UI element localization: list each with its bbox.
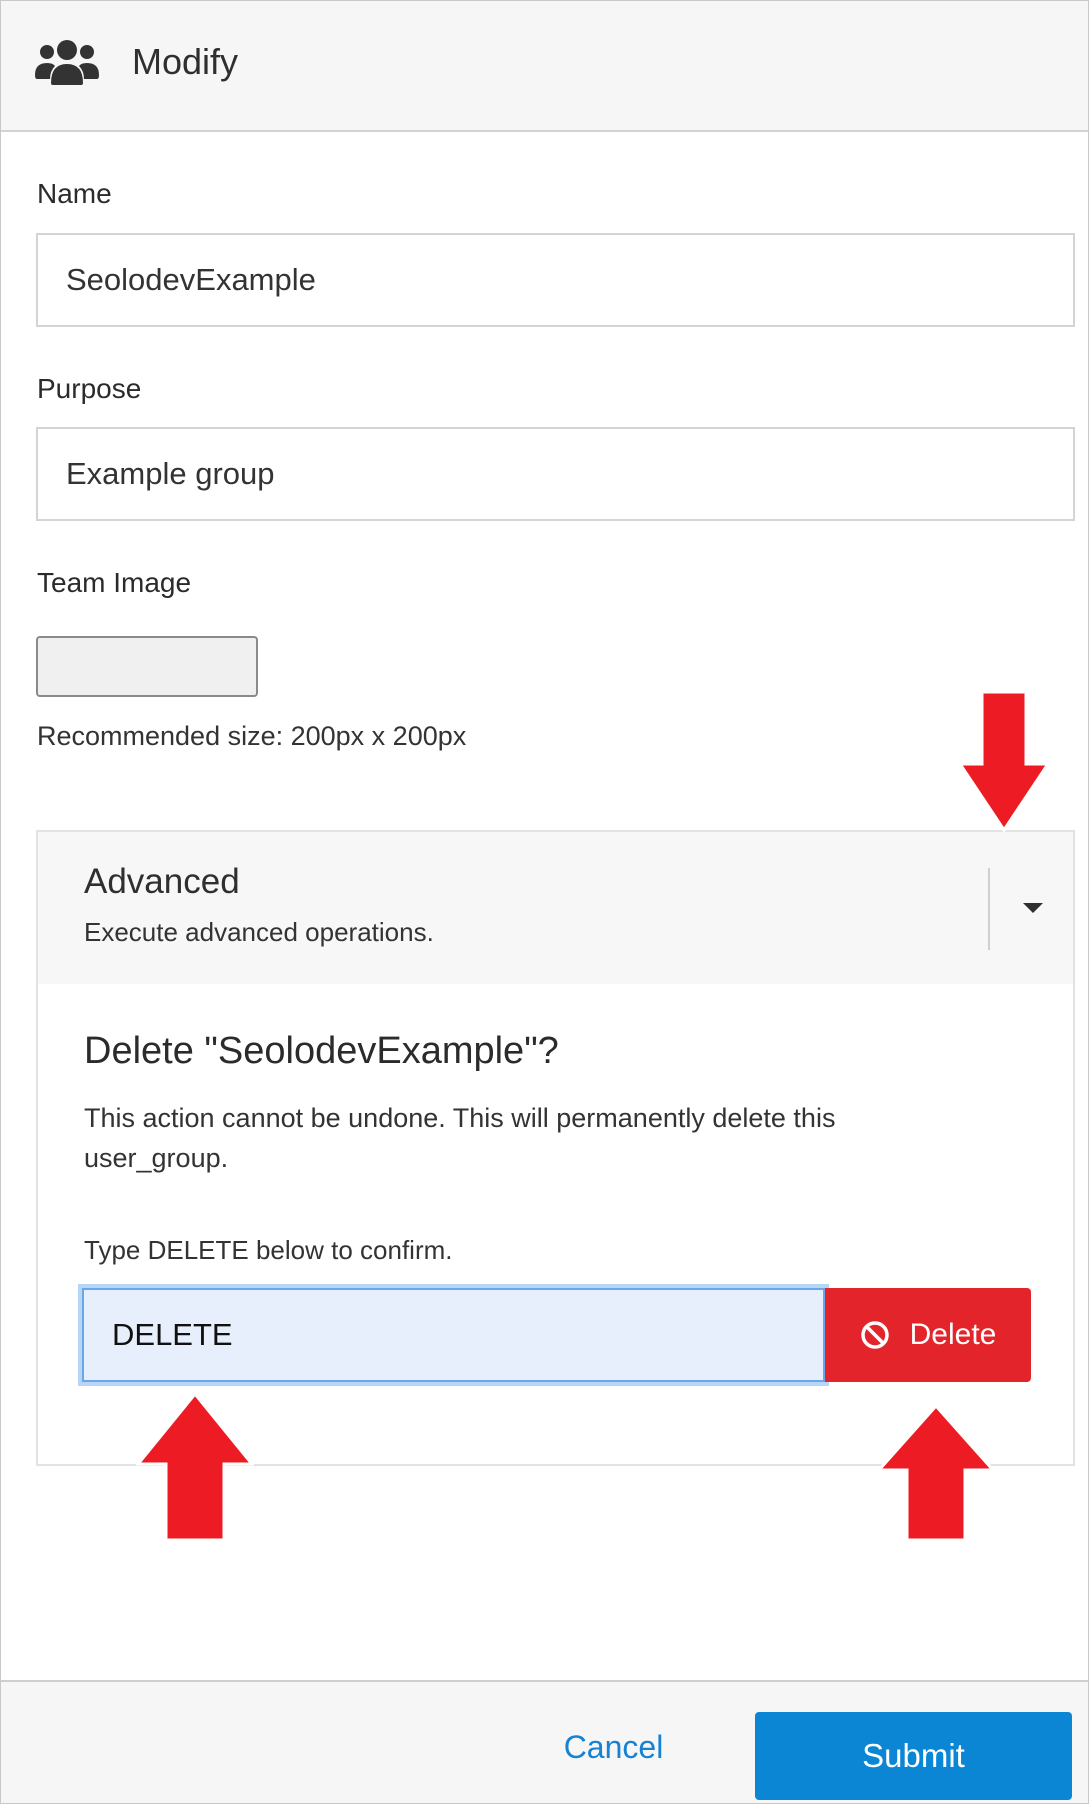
users-icon — [35, 40, 99, 85]
advanced-panel-header[interactable]: Advanced Execute advanced operations. — [38, 832, 1073, 984]
advanced-panel: Advanced Execute advanced operations. De… — [36, 830, 1075, 1466]
dialog-title: Modify — [132, 41, 239, 82]
team-image-upload-button[interactable] — [36, 636, 258, 697]
dialog-header: Modify — [1, 1, 1088, 132]
delete-description: This action cannot be undone. This will … — [84, 1103, 836, 1173]
advanced-title: Advanced — [84, 862, 240, 901]
delete-heading: Delete "SeolodevExample"? — [84, 1030, 559, 1072]
delete-confirm-input[interactable] — [82, 1288, 825, 1382]
delete-button[interactable]: Delete — [825, 1288, 1031, 1382]
team-image-label: Team Image — [37, 567, 192, 598]
annotation-arrow-up-icon — [136, 1392, 254, 1542]
submit-button[interactable]: Submit — [755, 1712, 1072, 1800]
name-input[interactable] — [36, 233, 1075, 327]
delete-confirm-field — [78, 1284, 829, 1386]
delete-button-label: Delete — [909, 1318, 997, 1351]
advanced-toggle[interactable] — [1008, 888, 1058, 928]
purpose-input[interactable] — [36, 427, 1075, 521]
annotation-arrow-down-icon — [958, 690, 1050, 832]
caret-down-icon — [1023, 903, 1043, 913]
dialog-footer: Cancel Submit — [1, 1680, 1088, 1803]
ban-icon — [860, 1321, 889, 1349]
advanced-divider — [988, 868, 990, 950]
purpose-label: Purpose — [37, 373, 142, 404]
delete-confirm-prompt: Type DELETE below to confirm. — [84, 1235, 453, 1265]
team-image-size-hint: Recommended size: 200px x 200px — [37, 721, 467, 751]
cancel-button[interactable]: Cancel — [546, 1722, 681, 1772]
advanced-subtitle: Execute advanced operations. — [84, 917, 434, 947]
name-label: Name — [37, 178, 112, 209]
annotation-arrow-up-icon — [877, 1404, 995, 1542]
